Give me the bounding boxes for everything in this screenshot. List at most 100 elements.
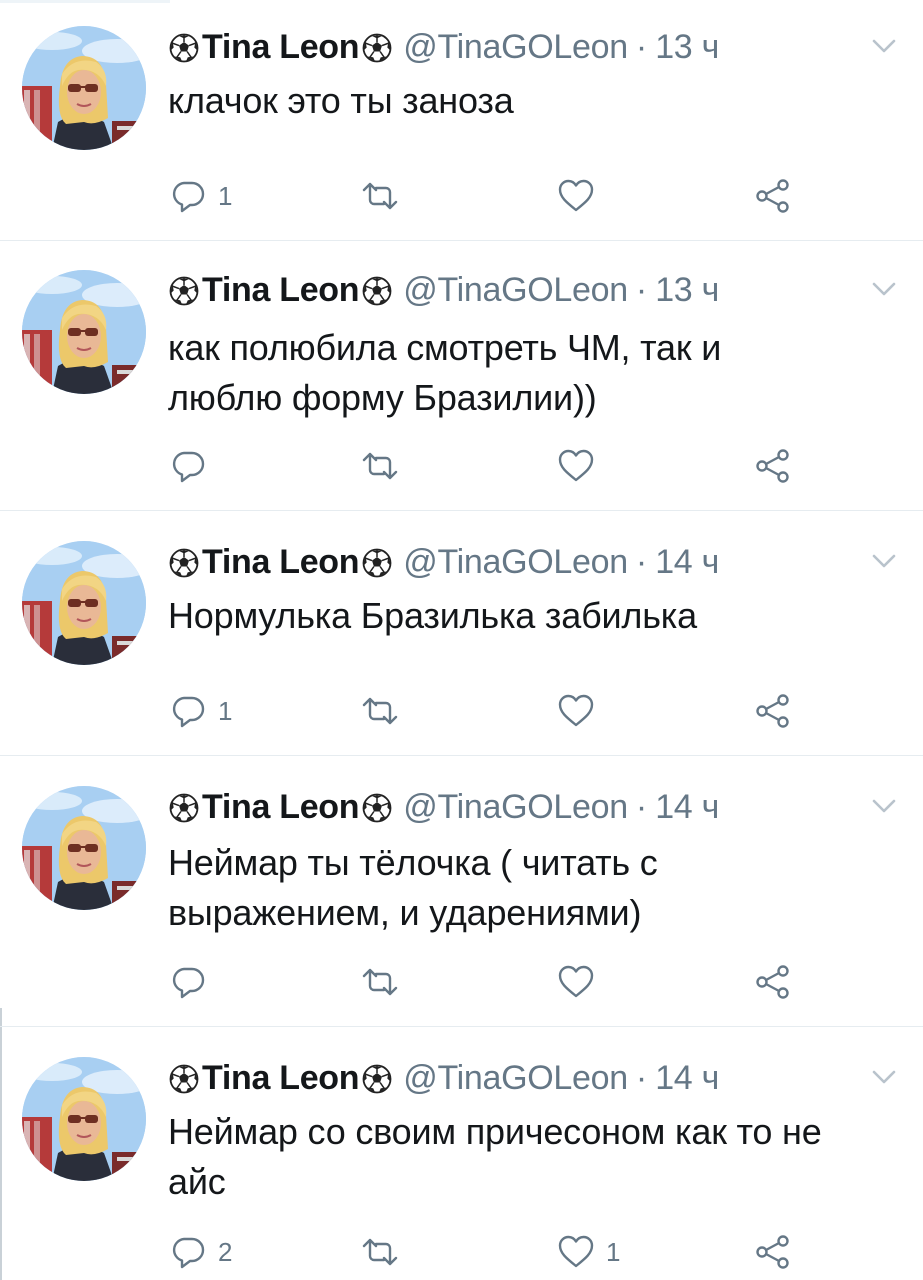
tweet-time[interactable]: 14 ч: [655, 1059, 719, 1098]
tweet-actions: 2 1: [168, 1232, 808, 1272]
like-count: 1: [606, 1236, 621, 1267]
avatar[interactable]: [22, 26, 146, 150]
author-handle[interactable]: @TinaGOLeon: [403, 271, 628, 310]
separator-dot: ·: [635, 788, 648, 826]
share-button[interactable]: [752, 1232, 792, 1272]
like-button[interactable]: [556, 446, 606, 486]
heart-icon: [558, 694, 594, 727]
retweet-button[interactable]: [360, 446, 410, 486]
retweet-icon: [362, 452, 398, 480]
tweet-text: клачок это ты заноза: [168, 80, 514, 121]
soccer-ball-icon: [362, 793, 392, 822]
chevron-down-icon[interactable]: [871, 1069, 897, 1085]
tweet-text: как полюбила смотреть ЧМ, так и люблю фо…: [168, 327, 722, 418]
retweet-button[interactable]: [360, 1232, 410, 1272]
chevron-down-icon[interactable]: [871, 281, 897, 297]
tweet[interactable]: Tina Leon @TinaGOLeon · 14 ч Нормулька Б…: [0, 511, 923, 756]
avatar[interactable]: [22, 1057, 146, 1181]
reply-icon: [172, 181, 205, 213]
tweet-time[interactable]: 13 ч: [655, 271, 719, 310]
tweet-time[interactable]: 14 ч: [655, 543, 719, 582]
soccer-ball-icon: [169, 276, 199, 305]
separator-dot: ·: [635, 543, 648, 581]
author-handle[interactable]: @TinaGOLeon: [403, 28, 628, 67]
tweet-actions: 1: [168, 176, 808, 216]
author-handle[interactable]: @TinaGOLeon: [403, 1059, 628, 1098]
reply-count: 1: [218, 695, 233, 726]
soccer-ball-icon: [169, 1064, 199, 1093]
reply-icon: [172, 1237, 205, 1269]
retweet-button[interactable]: [360, 176, 410, 216]
share-icon: [756, 179, 789, 213]
share-icon: [756, 694, 789, 728]
avatar[interactable]: [22, 541, 146, 665]
reply-icon: [172, 967, 205, 999]
tweet[interactable]: Tina Leon @TinaGOLeon · 14 ч Неймар со с…: [0, 1027, 923, 1280]
tweet-header: Tina Leon @TinaGOLeon · 14 ч: [168, 1059, 719, 1098]
retweet-button[interactable]: [360, 691, 410, 731]
tweet-header: Tina Leon @TinaGOLeon · 14 ч: [168, 788, 719, 827]
heart-icon: [558, 449, 594, 482]
soccer-ball-icon: [362, 276, 392, 305]
soccer-ball-icon: [362, 33, 392, 62]
chevron-down-icon[interactable]: [871, 798, 897, 814]
retweet-button[interactable]: [360, 962, 410, 1002]
author-handle[interactable]: @TinaGOLeon: [403, 788, 628, 827]
retweet-icon: [362, 1238, 398, 1266]
chevron-down-icon[interactable]: [871, 38, 897, 54]
soccer-ball-icon: [362, 548, 392, 577]
share-button[interactable]: [752, 962, 792, 1002]
tweet[interactable]: Tina Leon @TinaGOLeon · 13 ч клачок это …: [0, 0, 923, 241]
tweet-time[interactable]: 14 ч: [655, 788, 719, 827]
like-button[interactable]: [556, 176, 606, 216]
retweet-icon: [362, 697, 398, 725]
tweet[interactable]: Tina Leon @TinaGOLeon · 14 ч Неймар ты т…: [0, 756, 923, 1027]
like-button[interactable]: [556, 691, 606, 731]
reply-icon: [172, 696, 205, 728]
tweet-text: Неймар со своим причесоном как то не айс: [168, 1111, 822, 1202]
author-name[interactable]: Tina Leon: [202, 543, 360, 582]
soccer-ball-icon: [362, 1064, 392, 1093]
soccer-ball-icon: [169, 793, 199, 822]
separator-dot: ·: [635, 271, 648, 309]
tweet-header: Tina Leon @TinaGOLeon · 13 ч: [168, 271, 719, 310]
tweet-actions: [168, 962, 808, 1002]
soccer-ball-icon: [169, 548, 199, 577]
tweet-actions: [168, 446, 808, 486]
share-button[interactable]: [752, 176, 792, 216]
author-handle[interactable]: @TinaGOLeon: [403, 543, 628, 582]
separator-dot: ·: [635, 1059, 648, 1097]
separator-dot: ·: [635, 28, 648, 66]
retweet-icon: [362, 182, 398, 210]
heart-icon: [558, 179, 594, 212]
share-icon: [756, 449, 789, 483]
share-icon: [756, 1235, 789, 1269]
author-name[interactable]: Tina Leon: [202, 271, 360, 310]
like-button[interactable]: [556, 962, 606, 1002]
tweet-header: Tina Leon @TinaGOLeon · 13 ч: [168, 28, 719, 67]
reply-count: 1: [218, 180, 233, 211]
tweet-header: Tina Leon @TinaGOLeon · 14 ч: [168, 543, 719, 582]
chevron-down-icon[interactable]: [871, 553, 897, 569]
share-button[interactable]: [752, 691, 792, 731]
avatar[interactable]: [22, 270, 146, 394]
share-button[interactable]: [752, 446, 792, 486]
reply-button[interactable]: 1: [168, 691, 232, 731]
avatar[interactable]: [22, 786, 146, 910]
reply-button[interactable]: 1: [168, 176, 232, 216]
tweet-time[interactable]: 13 ч: [655, 28, 719, 67]
like-button[interactable]: 1: [556, 1232, 620, 1272]
heart-icon: [558, 965, 594, 998]
heart-icon: [558, 1235, 594, 1268]
reply-button[interactable]: [168, 446, 218, 486]
reply-icon: [172, 451, 205, 483]
tweet-text: Нормулька Бразилька забилька: [168, 595, 697, 636]
tweet-actions: 1: [168, 691, 808, 731]
author-name[interactable]: Tina Leon: [202, 788, 360, 827]
reply-button[interactable]: 2: [168, 1232, 232, 1272]
author-name[interactable]: Tina Leon: [202, 1059, 360, 1098]
tweet[interactable]: Tina Leon @TinaGOLeon · 13 ч как полюбил…: [0, 241, 923, 511]
soccer-ball-icon: [169, 33, 199, 62]
author-name[interactable]: Tina Leon: [202, 28, 360, 67]
reply-button[interactable]: [168, 962, 218, 1002]
